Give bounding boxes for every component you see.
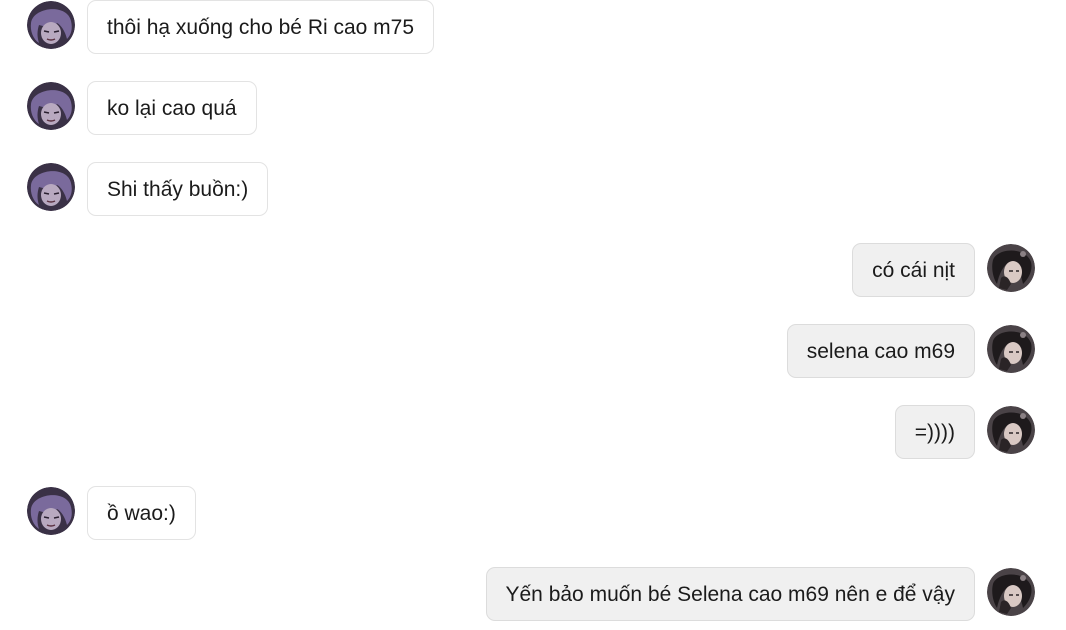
message-row-received: ko lại cao quá bbox=[0, 81, 1066, 139]
dark-hair-avatar[interactable] bbox=[987, 568, 1035, 616]
message-row-received: ồ wao:) bbox=[0, 486, 1066, 544]
message-bubble[interactable]: Shi thấy buồn:) bbox=[87, 162, 269, 216]
message-row-received: Shi thấy buồn:) bbox=[0, 162, 1066, 220]
purple-hair-avatar[interactable] bbox=[27, 82, 75, 130]
message-bubble[interactable]: ồ wao:) bbox=[87, 486, 196, 540]
dark-hair-avatar[interactable] bbox=[987, 244, 1035, 292]
message-bubble[interactable]: có cái nịt bbox=[852, 243, 975, 297]
message-bubble[interactable]: selena cao m69 bbox=[786, 324, 975, 378]
purple-hair-avatar[interactable] bbox=[27, 487, 75, 535]
chat-message-list: thôi hạ xuống cho bé Ri cao m75 ko lại c… bbox=[0, 0, 1066, 630]
message-row-sent: có cái nịt bbox=[0, 243, 1066, 301]
message-row-sent: Yến bảo muốn bé Selena cao m69 nên e để … bbox=[0, 567, 1066, 625]
purple-hair-avatar[interactable] bbox=[27, 1, 75, 49]
message-bubble[interactable]: thôi hạ xuống cho bé Ri cao m75 bbox=[87, 0, 435, 54]
message-bubble[interactable]: =)))) bbox=[894, 405, 975, 459]
purple-hair-avatar[interactable] bbox=[27, 163, 75, 211]
dark-hair-avatar[interactable] bbox=[987, 325, 1035, 373]
message-bubble[interactable]: ko lại cao quá bbox=[87, 81, 257, 135]
dark-hair-avatar[interactable] bbox=[987, 406, 1035, 454]
message-row-sent: selena cao m69 bbox=[0, 324, 1066, 382]
message-row-sent: =)))) bbox=[0, 405, 1066, 463]
message-bubble[interactable]: Yến bảo muốn bé Selena cao m69 nên e để … bbox=[485, 567, 975, 621]
message-row-received: thôi hạ xuống cho bé Ri cao m75 bbox=[0, 0, 1066, 58]
